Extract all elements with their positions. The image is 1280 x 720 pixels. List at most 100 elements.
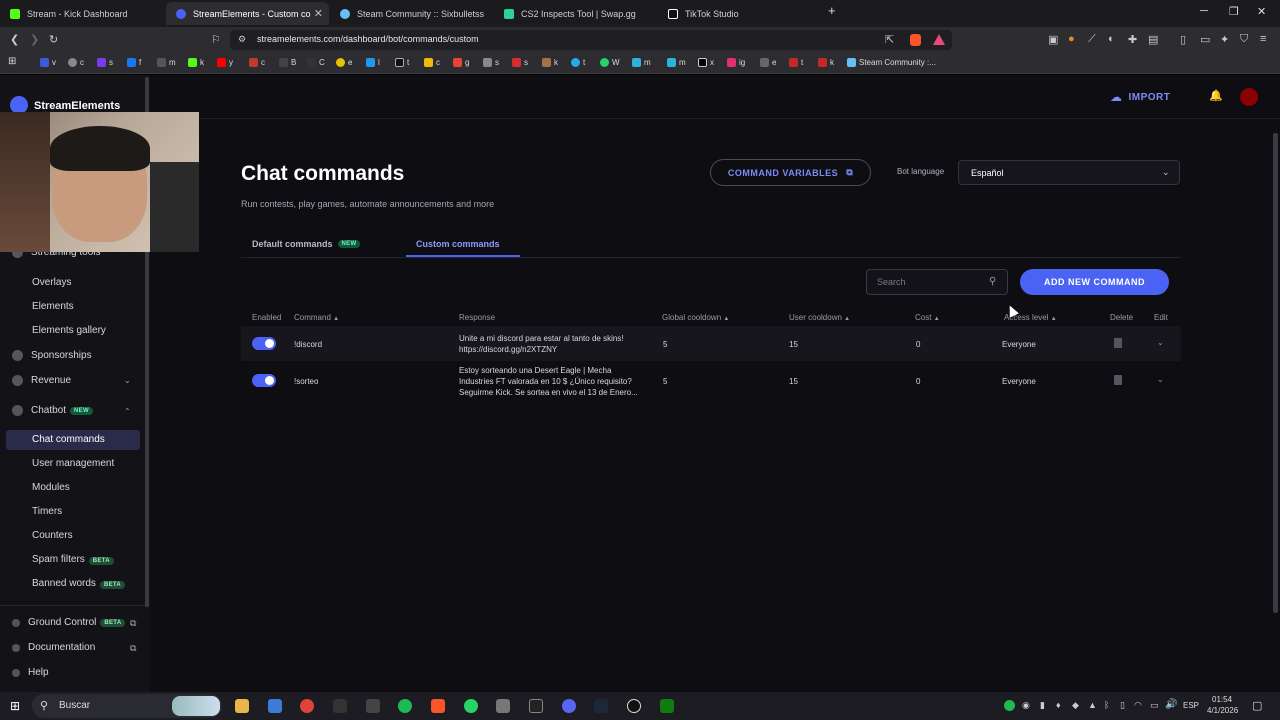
back-icon[interactable]: ❮ <box>10 33 19 46</box>
sidebar-item-elements-gallery[interactable]: Elements gallery <box>32 325 106 336</box>
app-icon[interactable] <box>496 699 510 713</box>
bookmark-item[interactable]: c <box>68 58 84 67</box>
tab-swapgg[interactable]: CS2 Inspects Tool | Swap.gg <box>494 2 657 25</box>
network-icon[interactable]: ▭ <box>1150 700 1159 711</box>
bookmark-item[interactable]: m <box>632 58 651 67</box>
new-tab-icon[interactable]: + <box>828 3 836 18</box>
tray-icon[interactable]: ▮ <box>1040 700 1045 711</box>
clock-time[interactable]: 01:54 <box>1212 695 1232 704</box>
tray-icon[interactable]: ▲ <box>1088 700 1097 710</box>
sidebar-sponsorships[interactable]: Sponsorships <box>12 350 92 361</box>
bookmark-item[interactable]: W <box>600 58 620 67</box>
bookmark-item[interactable]: t <box>789 58 803 67</box>
calendar-app-icon[interactable] <box>268 699 282 713</box>
sidebar-chatbot[interactable]: Chatbot NEW <box>12 405 93 416</box>
bookmark-item[interactable]: v <box>40 58 56 67</box>
brave-rewards-icon[interactable] <box>933 34 945 45</box>
extension-icon[interactable]: ● <box>1068 33 1075 45</box>
steam-icon[interactable] <box>594 699 608 713</box>
app-icon[interactable] <box>366 699 380 713</box>
tab-streamelements[interactable]: StreamElements - Custom comm ✕ <box>166 2 329 25</box>
bot-language-select[interactable]: Español ⌄ <box>958 160 1180 185</box>
xbox-icon[interactable] <box>660 699 674 713</box>
tab-default-commands[interactable]: Default commands NEW <box>252 239 361 249</box>
enabled-toggle[interactable] <box>252 337 276 350</box>
share-icon[interactable]: ⇱ <box>885 33 894 46</box>
menu-icon[interactable]: ≡ <box>1260 33 1266 45</box>
bookmark-item[interactable]: l <box>366 58 380 67</box>
sidebar-revenue[interactable]: Revenue <box>12 375 71 386</box>
tab-steam-community[interactable]: Steam Community :: Sixbulletss Store <box>330 2 493 25</box>
notification-center-icon[interactable]: ▢ <box>1252 699 1262 712</box>
discord-icon[interactable] <box>562 699 576 713</box>
minimize-icon[interactable]: ─ <box>1200 5 1208 17</box>
sidebar-item-spam-filters[interactable]: Spam filters BETA <box>32 554 114 565</box>
chrome-icon[interactable] <box>300 699 314 713</box>
wallet-icon[interactable]: ▭ <box>1200 33 1210 46</box>
extension-icon[interactable]: ◐ <box>1108 33 1115 45</box>
col-command[interactable]: Command ▲ <box>294 313 339 322</box>
close-tab-icon[interactable]: ✕ <box>314 7 323 20</box>
user-avatar[interactable] <box>1240 88 1258 106</box>
import-button[interactable]: ☁ IMPORT <box>1110 90 1170 104</box>
apps-grid-icon[interactable]: ⊞ <box>8 56 16 67</box>
bookmark-icon[interactable]: ⚐ <box>211 33 221 46</box>
leo-ai-icon[interactable]: ✦ <box>1220 33 1229 46</box>
bookmark-item[interactable]: x <box>698 58 714 67</box>
enabled-toggle[interactable] <box>252 374 276 387</box>
chevron-down-icon[interactable]: ⌄ <box>1157 375 1164 384</box>
reload-icon[interactable]: ↻ <box>49 33 58 46</box>
wifi-icon[interactable]: ◠ <box>1134 700 1142 711</box>
extension-icon[interactable]: ⟋ <box>1088 33 1096 46</box>
volume-icon[interactable]: 🔊 <box>1165 699 1177 710</box>
bookmark-item[interactable]: t <box>395 58 409 67</box>
tab-kick-dashboard[interactable]: Stream - Kick Dashboard <box>0 2 165 25</box>
extensions-puzzle-icon[interactable]: ✚ <box>1128 33 1137 46</box>
bookmark-item[interactable]: m <box>157 58 176 67</box>
site-info-icon[interactable]: ⚙ <box>238 34 246 45</box>
tab-custom-commands[interactable]: Custom commands <box>416 239 500 249</box>
tray-icon[interactable]: ▯ <box>1120 700 1125 711</box>
tray-icon[interactable]: ◆ <box>1072 700 1079 711</box>
sidebar-item-modules[interactable]: Modules <box>32 482 70 493</box>
sidebar-item-elements[interactable]: Elements <box>32 301 74 312</box>
whatsapp-icon[interactable] <box>464 699 478 713</box>
bookmark-item[interactable]: Steam Community :... <box>847 58 936 67</box>
command-variables-button[interactable]: COMMAND VARIABLES ⧉ <box>710 159 871 186</box>
clock-date[interactable]: 4/1/2026 <box>1207 706 1238 715</box>
microphone-icon[interactable]: ♦ <box>1056 700 1061 710</box>
epic-games-icon[interactable] <box>333 699 347 713</box>
bookmark-item[interactable]: ig <box>727 58 745 67</box>
tray-spotify-icon[interactable] <box>1004 700 1015 711</box>
bookmark-item[interactable]: k <box>542 58 558 67</box>
address-bar[interactable]: ⚙ streamelements.com/dashboard/bot/comma… <box>230 30 952 50</box>
bookmark-item[interactable]: B <box>279 58 296 67</box>
add-new-command-button[interactable]: ADD NEW COMMAND <box>1020 269 1169 295</box>
bookmark-item[interactable]: t <box>571 58 585 67</box>
close-window-icon[interactable]: ✕ <box>1257 5 1266 18</box>
sidebar-item-banned-words[interactable]: Banned words BETA <box>32 578 126 589</box>
sidebar-item-overlays[interactable]: Overlays <box>32 277 71 288</box>
tray-icon[interactable]: ◉ <box>1022 700 1030 711</box>
trash-icon[interactable] <box>1114 338 1122 348</box>
sidebar-item-timers[interactable]: Timers <box>32 506 62 517</box>
taskbar-search[interactable]: ⚲ Buscar <box>32 694 222 718</box>
bookmark-item[interactable]: e <box>336 58 352 67</box>
search-input[interactable]: Search ⚲ <box>866 269 1008 295</box>
vpn-icon[interactable]: ⛉ <box>1240 33 1248 46</box>
bookmark-item[interactable]: y <box>217 58 233 67</box>
col-user-cooldown[interactable]: User cooldown ▲ <box>789 313 850 322</box>
bookmark-item[interactable]: s <box>483 58 499 67</box>
sidebar-item-chat-commands[interactable]: Chat commands <box>32 434 105 445</box>
bookmark-item[interactable]: k <box>818 58 834 67</box>
sidebar-item-user-management[interactable]: User management <box>32 458 114 469</box>
bookmark-item[interactable]: f <box>127 58 141 67</box>
page-scrollbar[interactable] <box>1273 133 1278 613</box>
notifications-bell-icon[interactable]: 🔔 <box>1209 89 1223 102</box>
file-explorer-icon[interactable] <box>235 699 249 713</box>
sidebar-documentation[interactable]: Documentation <box>12 642 95 653</box>
tab-tiktok-studio[interactable]: TikTok Studio <box>658 2 821 25</box>
bookmark-item[interactable]: e <box>760 58 776 67</box>
spotify-icon[interactable] <box>398 699 412 713</box>
restore-icon[interactable]: ❐ <box>1229 5 1239 18</box>
